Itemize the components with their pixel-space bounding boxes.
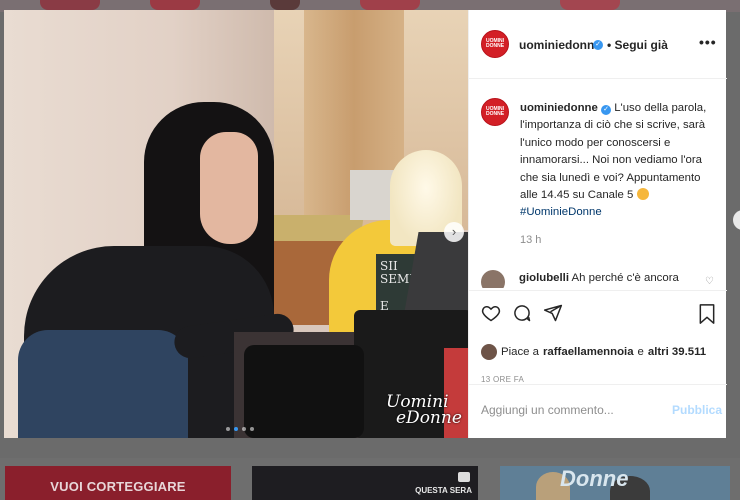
- photo-person-face: [200, 132, 258, 244]
- likes-others-link[interactable]: altri 39.511: [648, 346, 706, 358]
- more-options-icon[interactable]: •••: [699, 34, 717, 50]
- avatar[interactable]: [481, 344, 497, 360]
- add-comment-input[interactable]: [481, 403, 661, 417]
- verified-badge-icon: ✓: [593, 40, 603, 50]
- carousel-dot: [250, 427, 254, 431]
- hashtag-link[interactable]: #UominieDonne: [520, 206, 602, 218]
- avatar[interactable]: UOMINI DONNE: [481, 30, 509, 58]
- avatar[interactable]: UOMINI DONNE: [481, 98, 509, 126]
- bookmark-icon[interactable]: [697, 303, 717, 325]
- thumbnail-text: QUESTA SERA: [415, 486, 472, 495]
- verified-badge-icon: ✓: [601, 105, 612, 115]
- avatar[interactable]: [481, 270, 505, 288]
- carousel-dot: [226, 427, 230, 431]
- carousel-dot: [242, 427, 246, 431]
- likes-connector: e: [637, 346, 644, 358]
- post-side-panel: UOMINI DONNE uominiedonne ✓ • Segui già …: [468, 10, 727, 438]
- avatar-logo-text: UOMINI DONNE: [485, 106, 505, 117]
- likes-prefix: Piace a: [501, 346, 539, 358]
- background-thumbnail[interactable]: QUESTA SERA: [252, 466, 478, 500]
- post-photo[interactable]: SII SEMP E SEM Uomini eDonne ›: [4, 10, 468, 438]
- comment-body: Ah perché c'è ancora: [571, 272, 679, 284]
- comment-icon[interactable]: [512, 303, 532, 323]
- carousel-dot: [234, 427, 238, 431]
- post-timestamp[interactable]: 13 ORE FA: [481, 375, 524, 384]
- carousel-indicator: [226, 427, 254, 431]
- background-thumbnail[interactable]: VUOI CORTEGGIARE: [5, 466, 231, 500]
- comment-like-icon[interactable]: ♡: [705, 276, 714, 287]
- watermark-logo: Uomini eDonne: [386, 394, 462, 428]
- comment-text: giolubelli Ah perché c'è ancora: [519, 272, 679, 284]
- photo-camera: [244, 345, 364, 438]
- background-thumbnail[interactable]: Donne: [500, 466, 730, 500]
- comment-row: giolubelli Ah perché c'è ancora ♡: [481, 270, 721, 288]
- chevron-right-icon[interactable]: ›: [444, 222, 464, 242]
- avatar-logo-text: UOMINI DONNE: [485, 38, 505, 49]
- caption-text: uominiedonne ✓ L'uso della parola, l'imp…: [520, 100, 720, 222]
- follow-status-button[interactable]: • Segui già: [607, 38, 668, 52]
- share-icon[interactable]: [543, 303, 563, 323]
- author-username[interactable]: uominiedonne: [519, 38, 601, 52]
- emoji-icon: [636, 188, 649, 201]
- thumbnail-text: Donne: [560, 466, 629, 491]
- photo-person-overall: [18, 330, 188, 438]
- publish-button[interactable]: Pubblica: [672, 403, 722, 417]
- add-comment-bar: Pubblica: [469, 384, 727, 438]
- thumbnail-text: VUOI CORTEGGIARE: [50, 479, 186, 494]
- logo-line: eDonne: [396, 408, 462, 428]
- post-header: UOMINI DONNE uominiedonne ✓ • Segui già …: [469, 10, 727, 79]
- caption-time: 13 h: [520, 234, 542, 246]
- next-post-arrow[interactable]: [733, 210, 740, 230]
- heart-icon[interactable]: [481, 303, 501, 323]
- comment-username[interactable]: giolubelli: [519, 272, 569, 284]
- caption-username[interactable]: uominiedonne: [520, 102, 598, 114]
- caption-body: L'uso della parola, l'importanza di ciò …: [520, 102, 707, 202]
- likes-user-link[interactable]: raffaellamennoia: [543, 346, 634, 358]
- channel-logo: [458, 472, 470, 482]
- likes-summary: Piace a raffaellamennoia e altri 39.511: [481, 344, 706, 360]
